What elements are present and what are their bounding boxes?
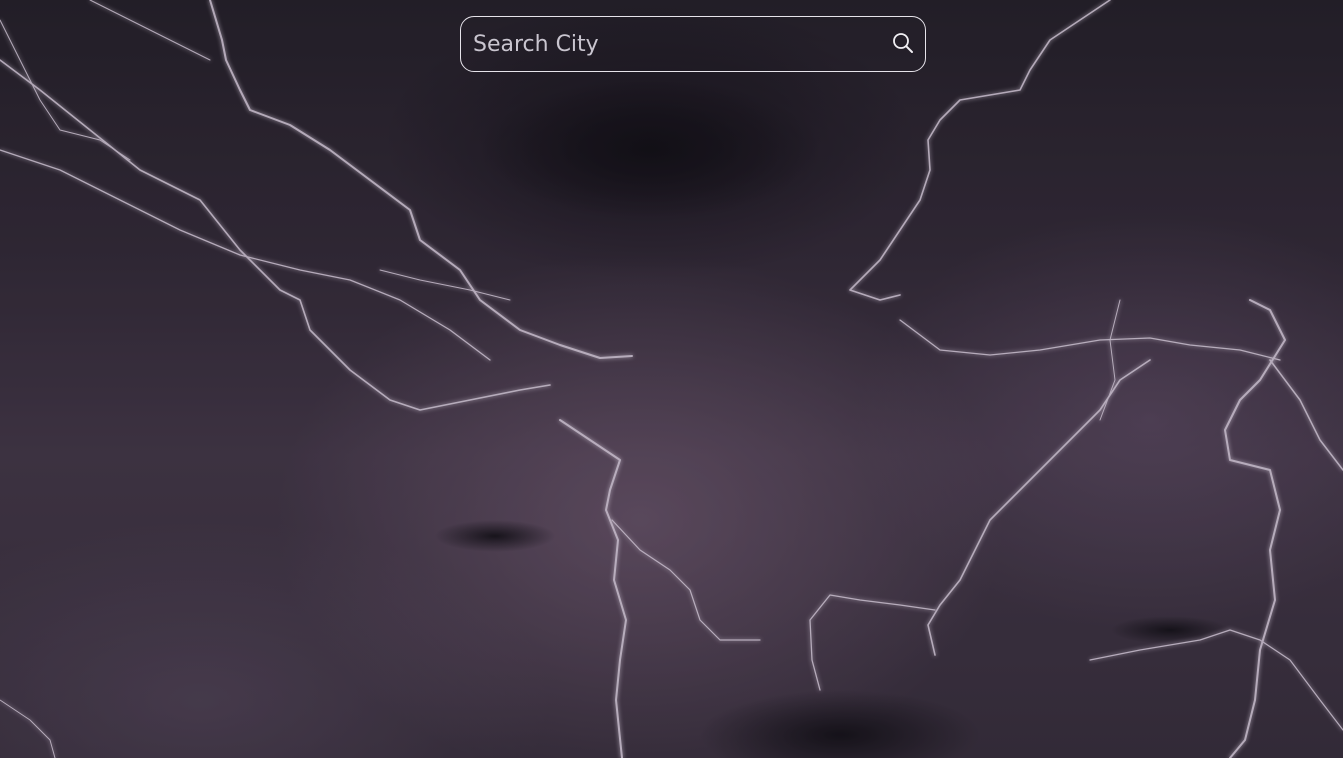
weather-app-background [0,0,1343,758]
search-button[interactable] [881,17,925,71]
background-overlay [0,0,1343,758]
search-bar [460,16,926,72]
search-city-input[interactable] [461,17,881,71]
search-icon [892,32,914,57]
